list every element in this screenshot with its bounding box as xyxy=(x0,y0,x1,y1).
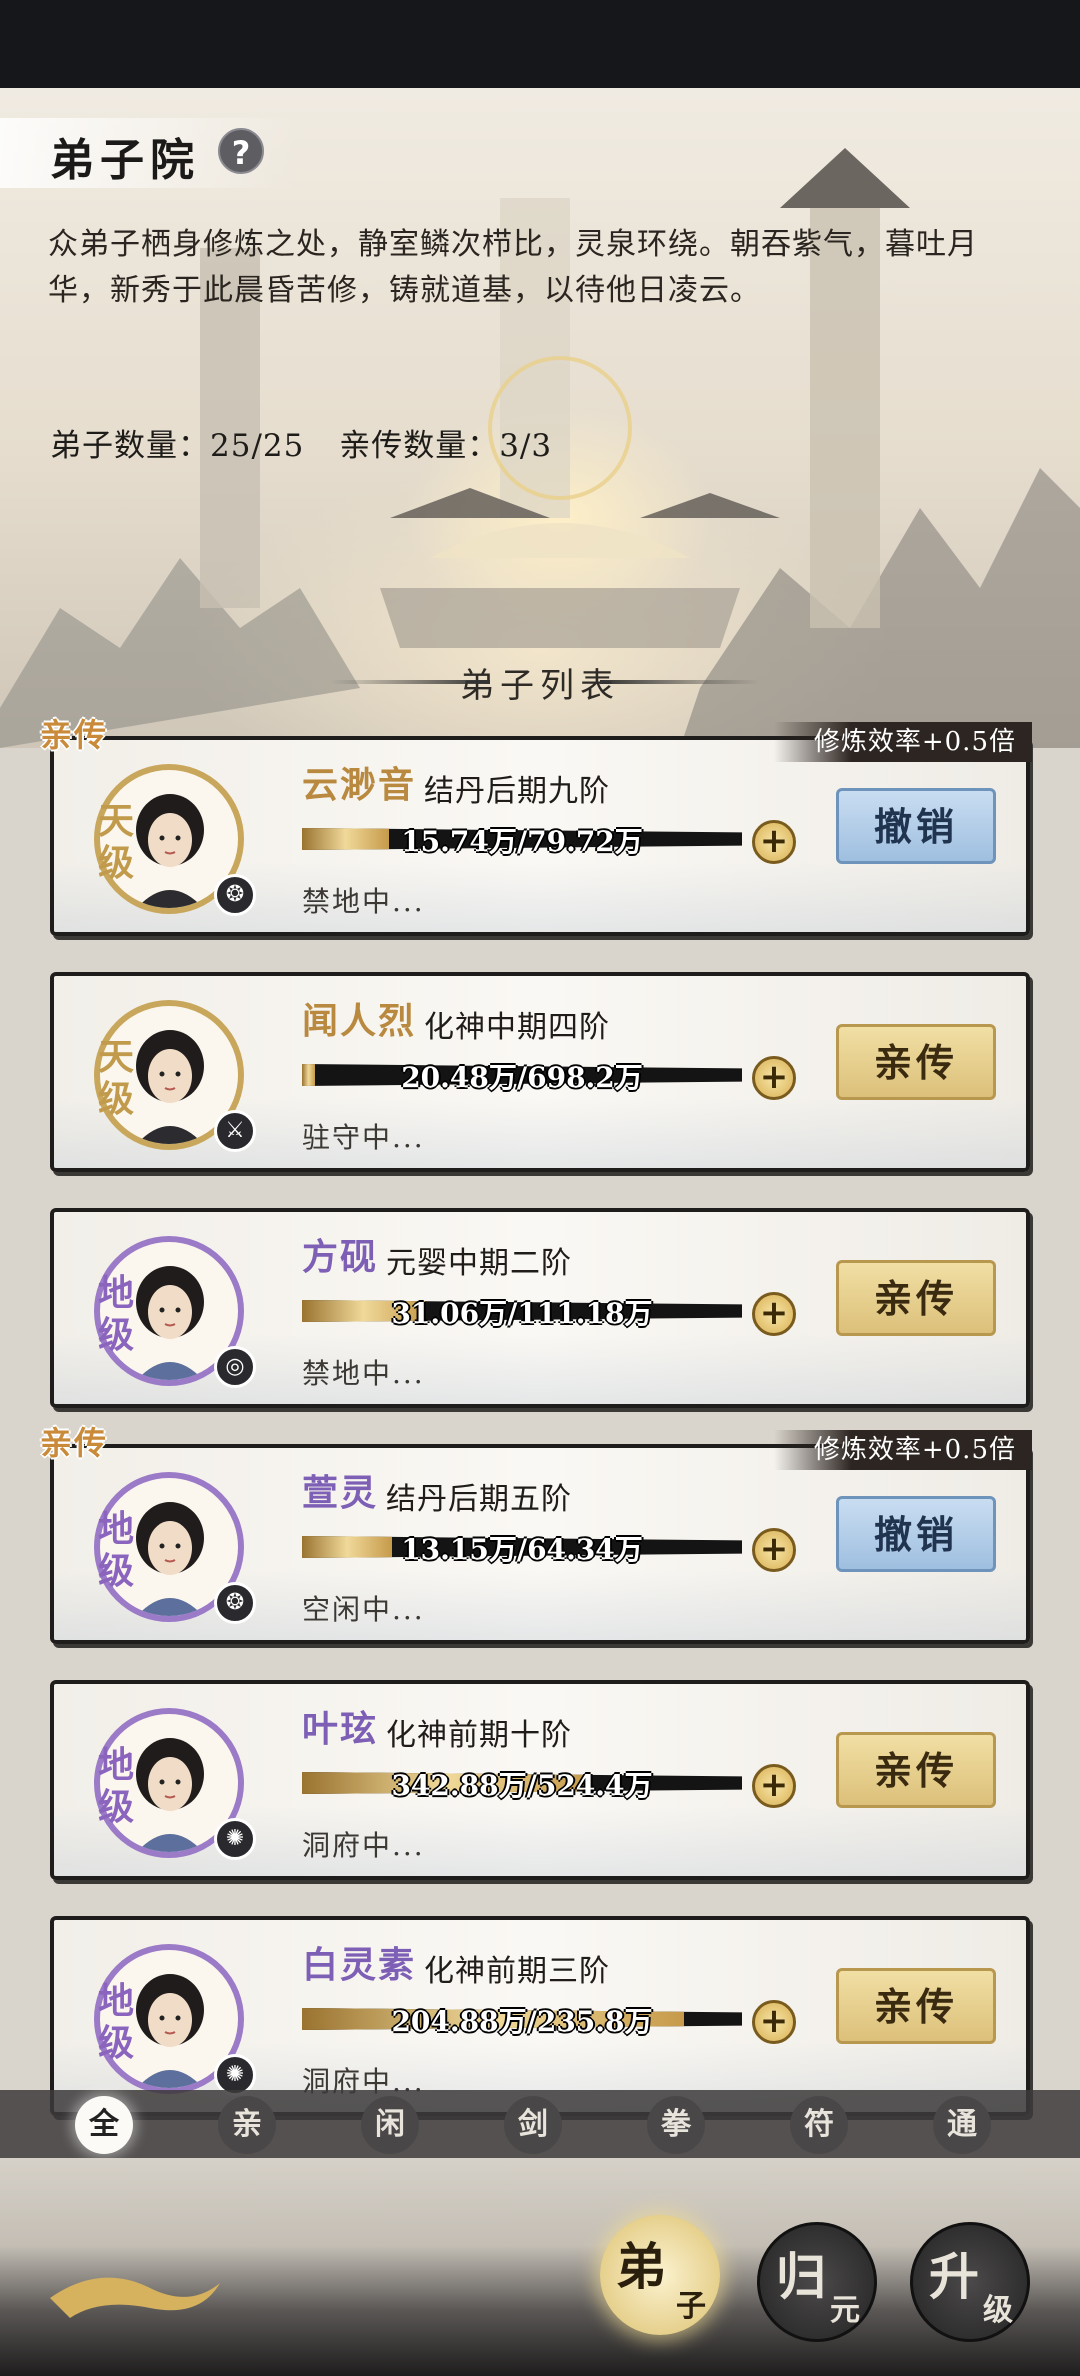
efficiency-badge: 修炼效率+0.5倍 xyxy=(773,1430,1032,1470)
filter-tab[interactable]: 拳 xyxy=(647,2096,705,2154)
cultivation-realm: 元婴中期二阶 xyxy=(386,1246,572,1281)
ornament-left xyxy=(330,680,490,684)
top-status-bar xyxy=(0,0,1080,88)
personal-disciple-tag: 亲传 xyxy=(40,1424,109,1462)
fire-element-icon: ❂ xyxy=(214,874,256,916)
disciple-card[interactable]: 地级 ◎ 方砚 元婴中期二阶 31.06万/111.18万 + 禁地中... 亲… xyxy=(50,1208,1030,1408)
cultivation-realm: 化神前期十阶 xyxy=(386,1718,572,1753)
filter-tab[interactable]: 剑 xyxy=(504,2096,562,2154)
progress-text: 13.15万/64.34万 xyxy=(401,1533,643,1566)
cultivation-realm: 化神中期四阶 xyxy=(424,1010,610,1045)
disciple-name: 方砚 xyxy=(302,1236,379,1278)
nav-label-main: 升 xyxy=(929,2247,979,2306)
page-title: 弟子院 xyxy=(50,135,200,186)
filter-tab[interactable]: 通 xyxy=(933,2096,991,2154)
filter-tab-bar: 全亲闲剑拳符通 xyxy=(0,2090,1080,2158)
disciple-name: 萱灵 xyxy=(302,1472,379,1514)
swirl-element-icon: ✺ xyxy=(214,1818,256,1860)
progress-text: 15.74万/79.72万 xyxy=(401,825,643,858)
disciple-card[interactable]: 地级 ✺ 白灵素 化神前期三阶 204.88万/235.8万 + 洞府中... … xyxy=(50,1916,1030,2116)
grade-label: 地级 xyxy=(97,1980,134,2064)
grade-label: 天级 xyxy=(97,1036,134,1120)
portrait-icon xyxy=(136,1738,204,1852)
nav-label-sub: 元 xyxy=(830,2293,860,2328)
upgrade-nav-button[interactable]: 升 级 xyxy=(910,2222,1030,2342)
progress-text: 31.06万/111.18万 xyxy=(391,1297,653,1330)
grade-label: 地级 xyxy=(97,1272,134,1356)
cultivation-realm: 化神前期三阶 xyxy=(424,1954,610,1989)
progress-text: 20.48万/698.2万 xyxy=(401,1061,643,1094)
page-description: 众弟子栖身修炼之处，静室鳞次栉比，灵泉环绕。朝吞紫气，暮吐月华，新秀于此晨昏苦修… xyxy=(48,227,978,308)
disciple-status: 禁地中... xyxy=(302,885,425,918)
nav-label-main: 归 xyxy=(776,2247,826,2306)
grade-label: 地级 xyxy=(97,1508,134,1592)
personal-disciple-tag: 亲传 xyxy=(40,716,109,754)
disciple-status: 空闲中... xyxy=(302,1593,425,1626)
return-nav-button[interactable]: 归 元 xyxy=(757,2222,877,2342)
fire-element-icon: ❂ xyxy=(214,1582,256,1624)
disciple-status: 洞府中... xyxy=(302,1829,425,1862)
disciple-card[interactable]: 亲传 修炼效率+0.5倍 地级 ❂ 萱灵 结丹后期五阶 13.15万/64.34… xyxy=(40,1424,1032,1644)
add-cultivation-button[interactable]: + xyxy=(752,2000,796,2044)
ornament-right xyxy=(600,680,760,684)
grade-label: 地级 xyxy=(97,1744,134,1828)
revoke-button[interactable]: 撤销 xyxy=(836,1496,996,1572)
filter-tab[interactable]: 亲 xyxy=(218,2096,276,2154)
list-title: 弟子列表 xyxy=(460,666,620,706)
disciple-card[interactable]: 地级 ✺ 叶玹 化神前期十阶 342.88万/524.4万 + 洞府中... 亲… xyxy=(50,1680,1030,1880)
add-cultivation-button[interactable]: + xyxy=(752,820,796,864)
gold-cloud-icon xyxy=(50,2277,220,2318)
add-cultivation-button[interactable]: + xyxy=(752,1528,796,1572)
count-summary: 弟子数量：25/25 亲传数量：3/3 xyxy=(50,420,576,465)
cultivation-realm: 结丹后期九阶 xyxy=(424,774,610,809)
disciple-count: 弟子数量：25/25 xyxy=(50,428,305,464)
portrait-icon xyxy=(136,794,204,908)
portrait-icon xyxy=(136,1030,204,1144)
portrait-icon xyxy=(136,1266,204,1380)
disciple-name: 云渺音 xyxy=(302,764,417,806)
help-icon[interactable]: ? xyxy=(218,128,264,174)
nav-label-sub: 级 xyxy=(983,2293,1013,2328)
disciple-name: 白灵素 xyxy=(302,1944,417,1986)
disciple-name: 闻人烈 xyxy=(302,1000,417,1042)
filter-tab[interactable]: 符 xyxy=(790,2096,848,2154)
appoint-personal-button[interactable]: 亲传 xyxy=(836,1024,996,1100)
list-header: 弟子列表 xyxy=(0,658,1080,708)
disciple-status: 禁地中... xyxy=(302,1357,425,1390)
sword-element-icon: ⚔ xyxy=(214,1110,256,1152)
grade-label: 天级 xyxy=(97,800,134,884)
nav-label-sub: 子 xyxy=(676,2289,706,2324)
spiral-element-icon: ◎ xyxy=(214,1346,256,1388)
progress-text: 204.88万/235.8万 xyxy=(391,2005,653,2038)
appoint-personal-button[interactable]: 亲传 xyxy=(836,1732,996,1808)
disciple-card[interactable]: 天级 ⚔ 闻人烈 化神中期四阶 20.48万/698.2万 + 驻守中... 亲… xyxy=(50,972,1030,1172)
disciple-card[interactable]: 亲传 修炼效率+0.5倍 天级 ❂ 云渺音 结丹后期九阶 15.74万/79.7… xyxy=(40,716,1032,936)
add-cultivation-button[interactable]: + xyxy=(752,1764,796,1808)
filter-tab[interactable]: 全 xyxy=(75,2096,133,2154)
portrait-icon xyxy=(136,1502,204,1616)
disciples-nav-button[interactable]: 弟 子 xyxy=(600,2215,720,2335)
personal-disciple-count: 亲传数量：3/3 xyxy=(339,428,553,464)
disciple-status: 驻守中... xyxy=(302,1121,425,1154)
progress-text: 342.88万/524.4万 xyxy=(391,1769,653,1802)
filter-tab[interactable]: 闲 xyxy=(361,2096,419,2154)
efficiency-badge: 修炼效率+0.5倍 xyxy=(773,722,1032,762)
portrait-icon xyxy=(136,1974,204,2088)
add-cultivation-button[interactable]: + xyxy=(752,1056,796,1100)
nav-label-main: 弟 xyxy=(616,2237,666,2296)
disciple-name: 叶玹 xyxy=(302,1708,379,1750)
appoint-personal-button[interactable]: 亲传 xyxy=(836,1260,996,1336)
appoint-personal-button[interactable]: 亲传 xyxy=(836,1968,996,2044)
add-cultivation-button[interactable]: + xyxy=(752,1292,796,1336)
cultivation-realm: 结丹后期五阶 xyxy=(386,1482,572,1517)
revoke-button[interactable]: 撤销 xyxy=(836,788,996,864)
